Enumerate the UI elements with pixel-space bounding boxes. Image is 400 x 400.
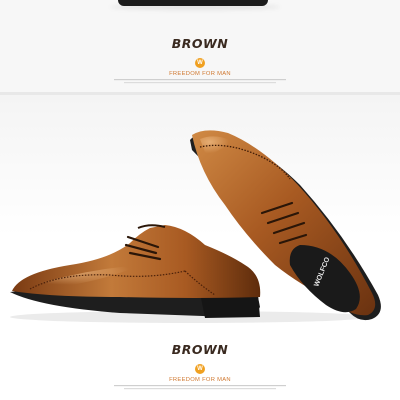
slogan: FREEDOM FOR MAN xyxy=(169,377,231,383)
caption-block-bottom: BROWN W FREEDOM FOR MAN xyxy=(0,342,400,394)
previous-shoe-sole-edge xyxy=(118,0,268,6)
left-shoe xyxy=(10,224,261,318)
slogan: FREEDOM FOR MAN xyxy=(169,71,231,77)
caption-block-top: BROWN W FREEDOM FOR MAN xyxy=(0,36,400,88)
fine-print-graphic xyxy=(114,79,286,84)
product-photo-shoes: WOLFCO xyxy=(10,130,381,323)
color-title: BROWN xyxy=(171,342,229,357)
fine-print-lines xyxy=(0,78,400,88)
fine-print-lines xyxy=(0,384,400,394)
left-shoe-upper xyxy=(12,225,261,298)
brand-logo-icon: W xyxy=(195,364,205,374)
brand-logo-icon: W xyxy=(195,58,205,68)
color-title: BROWN xyxy=(171,36,229,51)
fine-print-graphic xyxy=(114,385,286,390)
